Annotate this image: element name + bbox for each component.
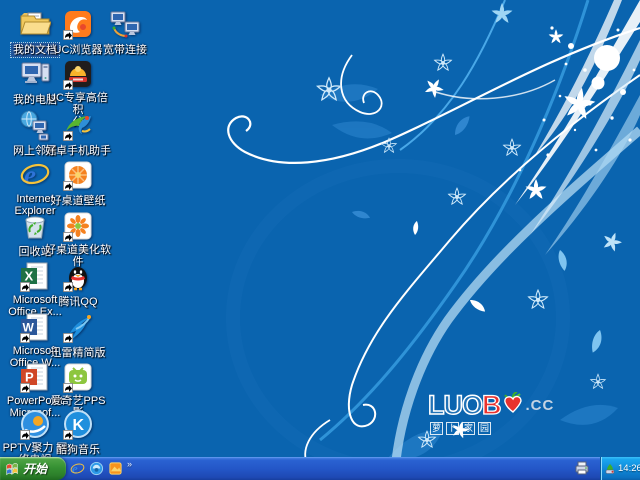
desktop-icon-broadband-connection[interactable]: 宽带连接 xyxy=(90,8,160,58)
kugou-music-icon: K xyxy=(62,408,94,440)
desktop-icon-kugou-music[interactable]: K 酷狗音乐 xyxy=(43,408,113,458)
watermark-caption-char: 卜 xyxy=(446,422,459,435)
shortcut-arrow-icon xyxy=(20,383,30,393)
globe-icon[interactable] xyxy=(89,461,104,476)
taskbar: 开始 e » xyxy=(0,457,640,480)
desktop[interactable]: 我的文档我的电脑网上邻居eInternet Explorer回收站XMicros… xyxy=(0,0,640,480)
desktop-icon-label: 好桌道壁纸 xyxy=(49,194,108,208)
watermark-logo: LUO B .CC 萝卜家园 xyxy=(428,390,578,435)
watermark-caption-char: 家 xyxy=(462,422,475,435)
desktop-icon-label: 好卓手机助手 xyxy=(43,144,113,158)
tencent-qq-icon xyxy=(62,260,94,292)
watermark-domain: .CC xyxy=(526,397,555,414)
shortcut-arrow-icon xyxy=(63,80,73,90)
desktop-icon-haozhuo-phone-assistant[interactable]: 好卓手机助手 xyxy=(43,109,113,159)
shortcut-arrow-icon xyxy=(63,282,73,292)
desktop-icon-tencent-qq[interactable]: 腾讯QQ xyxy=(43,260,113,310)
shortcut-arrow-icon xyxy=(63,383,73,393)
shortcut-arrow-icon xyxy=(63,333,73,343)
watermark-brand-prefix: LUO xyxy=(428,392,482,419)
watermark-caption-char: 萝 xyxy=(430,422,443,435)
watermark-caption: 萝卜家园 xyxy=(430,422,578,435)
system-tray: 14:26 xyxy=(600,457,640,480)
shortcut-arrow-icon xyxy=(63,232,73,242)
start-button-label: 开始 xyxy=(23,460,47,477)
desktop-icon-haozhuodao-wallpaper[interactable]: 好桌道壁纸 xyxy=(43,159,113,209)
internet-explorer-icon[interactable]: e xyxy=(70,461,85,476)
broadband-connection-icon xyxy=(109,8,141,40)
quick-launch-bar: e » xyxy=(70,457,132,480)
start-button[interactable]: 开始 xyxy=(0,457,66,480)
iqiyi-pps-icon xyxy=(62,361,94,393)
image-viewer-icon[interactable] xyxy=(108,461,123,476)
thunder-lite-icon xyxy=(62,311,94,343)
shortcut-arrow-icon xyxy=(20,430,30,440)
shortcut-arrow-icon xyxy=(63,430,73,440)
svg-text:e: e xyxy=(72,461,78,476)
taskbar-clock: 14:26 xyxy=(618,463,640,474)
removable-device-icon[interactable] xyxy=(604,463,616,475)
haozhuodao-wallpaper-icon xyxy=(62,159,94,191)
quick-launch-overflow-chevron[interactable]: » xyxy=(127,459,132,469)
uc-points-icon xyxy=(62,58,94,90)
printer-icon[interactable] xyxy=(574,460,590,476)
shortcut-arrow-icon xyxy=(20,333,30,343)
svg-text:K: K xyxy=(73,417,85,434)
haozhuodao-beautify-icon xyxy=(62,210,94,242)
shortcut-arrow-icon xyxy=(63,30,73,40)
shortcut-arrow-icon xyxy=(63,131,73,141)
desktop-icon-label: 酷狗音乐 xyxy=(54,443,102,457)
shortcut-arrow-icon xyxy=(20,282,30,292)
desktop-icon-thunder-lite[interactable]: 迅雷精简版 xyxy=(43,311,113,361)
desktop-icon-label: 迅雷精简版 xyxy=(49,346,108,360)
desktop-icon-label: 宽带连接 xyxy=(101,43,149,57)
watermark-caption-char: 园 xyxy=(478,422,491,435)
haozhuo-phone-assistant-icon xyxy=(62,109,94,141)
watermark-brand-b: B xyxy=(482,392,501,419)
radish-icon xyxy=(502,392,524,419)
desktop-icon-label: 腾讯QQ xyxy=(56,295,99,309)
shortcut-arrow-icon xyxy=(63,181,73,191)
windows-logo-icon xyxy=(5,462,20,476)
